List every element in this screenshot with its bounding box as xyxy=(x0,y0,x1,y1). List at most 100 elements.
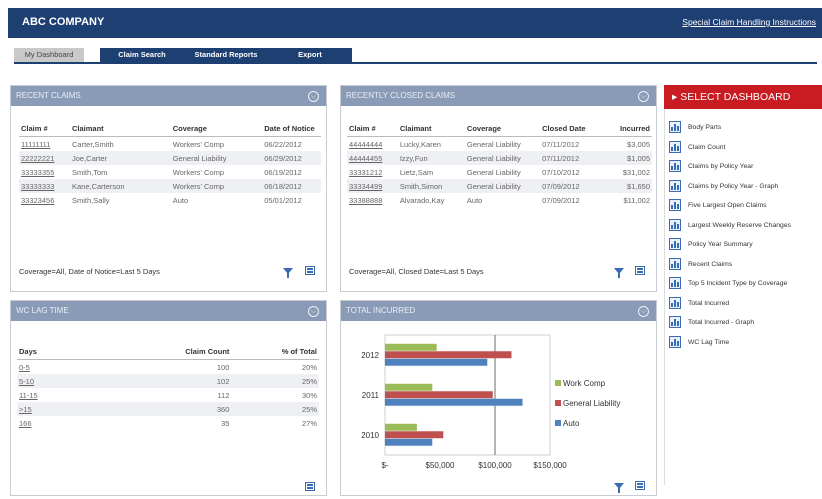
bar-chart-icon xyxy=(669,218,681,231)
bar-chart-icon xyxy=(669,335,681,348)
claim-link[interactable]: 33331212 xyxy=(347,165,398,179)
percent-cell: 27% xyxy=(301,418,317,428)
col-claim-count[interactable]: Claim Count xyxy=(148,347,232,360)
filter-icon[interactable] xyxy=(614,268,624,278)
panel-title: RECENTLY CLOSED CLAIMS xyxy=(346,91,456,100)
col-coverage[interactable]: Coverage xyxy=(170,124,263,137)
special-claim-instructions-link[interactable]: Special Claim Handling Instructions xyxy=(682,17,816,27)
col-closed-date[interactable]: Closed Date xyxy=(540,124,598,137)
col-incurred[interactable]: Incurred xyxy=(597,124,652,137)
incurred-cell: $31,002 xyxy=(622,167,650,177)
incurred-cell: $3,005 xyxy=(627,139,650,149)
wc-lag-time-panel: WC LAG TIME ⌵ Days Claim Count % of Tota… xyxy=(10,300,327,496)
col-claim-number[interactable]: Claim # xyxy=(347,124,398,137)
coverage-cell: Workers' Comp xyxy=(172,139,225,149)
tab-export[interactable]: Export xyxy=(268,48,352,62)
claim-link[interactable]: 22222221 xyxy=(19,151,70,165)
date-cell: 06/22/2012 xyxy=(264,139,302,149)
tab-my-dashboard[interactable]: My Dashboard xyxy=(14,48,84,62)
panel-title: TOTAL INCURRED xyxy=(346,306,416,315)
claimant-cell: Joe,Carter xyxy=(69,151,171,165)
percent-cell: 25% xyxy=(231,402,319,416)
bar-chart-icon xyxy=(669,140,681,153)
bar xyxy=(385,351,512,359)
dashboard-item-label: WC Lag Time xyxy=(688,338,730,346)
col-coverage[interactable]: Coverage xyxy=(464,124,541,137)
company-name: ABC COMPANY xyxy=(22,16,105,28)
col-days[interactable]: Days xyxy=(17,347,149,360)
claimant-cell: Lucky,Karen xyxy=(399,139,441,149)
filter-icon[interactable] xyxy=(614,483,624,493)
table-view-icon[interactable] xyxy=(635,481,645,490)
col-claimant[interactable]: Claimant xyxy=(397,124,465,137)
bar-chart-icon xyxy=(669,121,681,133)
table-row: 33333333 Kane,Carterson Workers' Comp 06/18… xyxy=(19,179,321,193)
collapse-icon[interactable]: ⌵ xyxy=(308,306,319,317)
bar xyxy=(385,438,433,446)
count-cell: 360 xyxy=(148,402,232,416)
claimant-cell: Carter,Smith xyxy=(71,139,114,149)
table-row: 22222221 Joe,Carter General Liability 06/29… xyxy=(19,151,321,165)
tab-standard-reports[interactable]: Standard Reports xyxy=(184,48,268,62)
filter-icon[interactable] xyxy=(283,268,293,278)
claimant-cell: Smith,Tom xyxy=(71,167,108,177)
panel-header: RECENT CLAIMS ⌵ xyxy=(11,86,326,106)
table-view-icon[interactable] xyxy=(305,266,315,275)
table-view-icon[interactable] xyxy=(305,482,315,491)
claim-link[interactable]: 33334499 xyxy=(347,179,398,193)
table-row: 5-10 102 25% xyxy=(17,374,319,388)
collapse-icon[interactable]: ⌵ xyxy=(308,91,319,102)
coverage-cell: General Liability xyxy=(466,167,521,177)
coverage-cell: Workers' Comp xyxy=(172,167,225,177)
date-cell: 07/09/2012 xyxy=(542,195,580,205)
col-percent-total[interactable]: % of Total xyxy=(231,347,319,360)
claim-link[interactable]: 33323456 xyxy=(19,193,70,207)
dashboard-item-label: Claims by Policy Year - Graph xyxy=(688,182,779,190)
count-cell: 102 xyxy=(148,374,232,388)
tab-claim-search[interactable]: Claim Search xyxy=(100,48,184,62)
total-incurred-chart: $- $50,000 $100,000 $150,000 2012 2011 2010 Wor… xyxy=(361,334,620,470)
table-row: 0-5 100 20% xyxy=(17,360,319,375)
days-link[interactable]: 5-10 xyxy=(17,374,149,388)
table-row: 33388888 Alvarado,Kay Auto 07/09/2012 $11,00… xyxy=(347,193,652,207)
days-link[interactable]: >15 xyxy=(17,402,149,416)
bar-chart-icon xyxy=(669,316,681,328)
panel-title: WC LAG TIME xyxy=(16,306,69,315)
claim-link[interactable]: 44444455 xyxy=(347,151,398,165)
legend-label: General Liability xyxy=(563,399,620,408)
bar xyxy=(385,431,444,439)
bar-chart-icon xyxy=(669,238,681,250)
claim-link[interactable]: 44444444 xyxy=(347,137,398,152)
collapse-icon[interactable]: ⌵ xyxy=(638,306,649,317)
col-claim-number[interactable]: Claim # xyxy=(19,124,70,137)
claim-link[interactable]: 11111111 xyxy=(19,137,70,152)
incurred-cell: $1,650 xyxy=(597,179,652,193)
percent-cell: 30% xyxy=(301,390,317,400)
days-link[interactable]: 0-5 xyxy=(17,360,149,375)
bar-chart-icon xyxy=(669,160,681,172)
col-claimant[interactable]: Claimant xyxy=(69,124,171,137)
table-view-icon[interactable] xyxy=(635,266,645,275)
count-cell: 35 xyxy=(221,418,230,428)
dashboard-item-label: Largest Weekly Reserve Changes xyxy=(688,221,792,229)
coverage-cell: General Liability xyxy=(464,179,541,193)
collapse-icon[interactable]: ⌵ xyxy=(638,91,649,102)
dashboard-item-label: Claims by Policy Year xyxy=(688,163,754,170)
dashboard-item-label: Total Incurred xyxy=(688,299,730,307)
coverage-cell: General Liability xyxy=(466,139,521,149)
coverage-cell: Auto xyxy=(172,195,189,205)
days-link[interactable]: 166 xyxy=(17,416,149,430)
claim-link[interactable]: 33333355 xyxy=(19,165,70,179)
claim-link[interactable]: 33333333 xyxy=(19,179,70,193)
dashboard-item-label: Claim Count xyxy=(688,143,726,151)
claim-link[interactable]: 33388888 xyxy=(347,193,398,207)
dashboard-item-label: Top 5 Incident Type by Coverage xyxy=(688,280,788,287)
table-row: 44444444 Lucky,Karen General Liability 07/1… xyxy=(347,137,652,152)
bar xyxy=(385,358,488,366)
category-label: 2011 xyxy=(362,391,380,400)
x-tick-label: $150,000 xyxy=(533,461,567,470)
category-label: 2010 xyxy=(361,431,379,440)
col-date-of-notice[interactable]: Date of Notice xyxy=(262,124,321,137)
days-link[interactable]: 11-15 xyxy=(17,388,149,402)
filter-summary: Coverage=All, Closed Date=Last 5 Days xyxy=(349,267,484,276)
